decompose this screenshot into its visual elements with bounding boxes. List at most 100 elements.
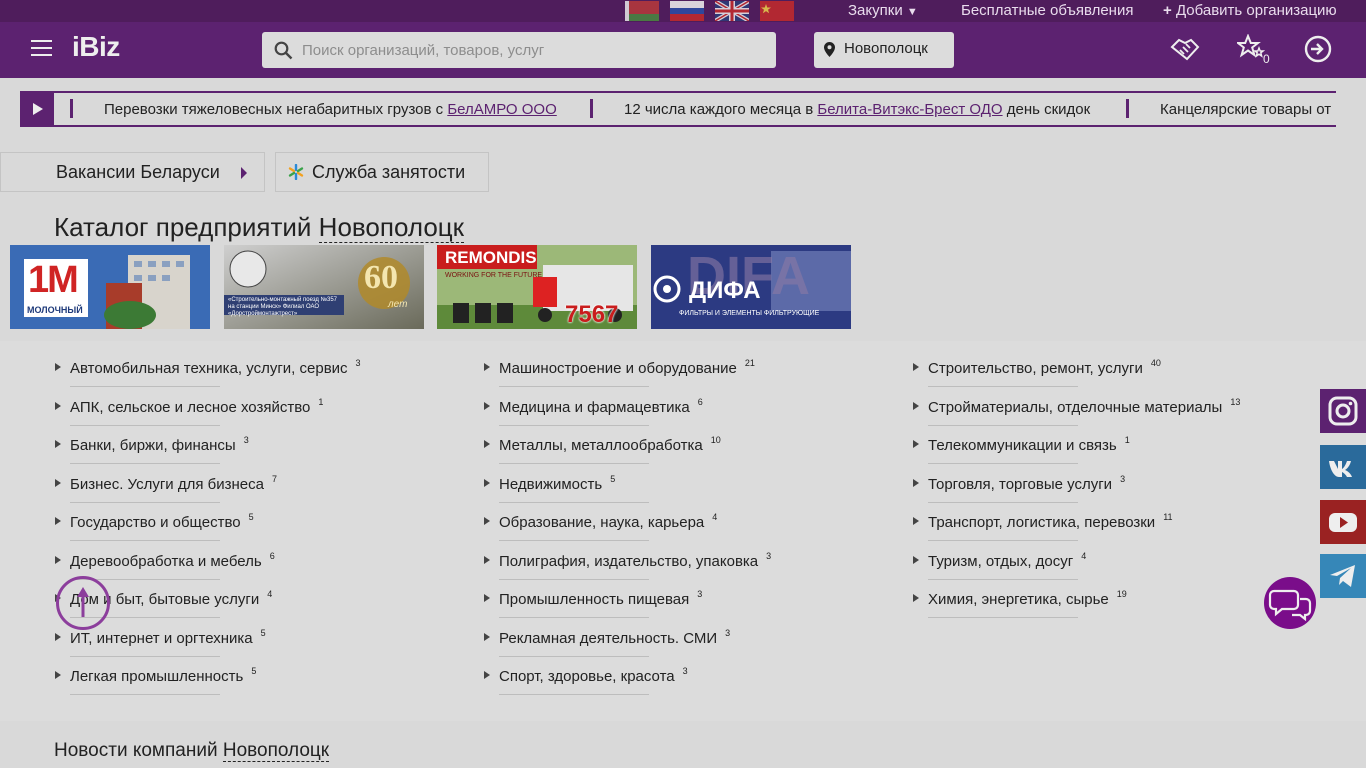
category-item[interactable]: Машиностроение и оборудование 21 [484, 358, 755, 377]
category-divider [928, 463, 1078, 464]
employment-service-button[interactable]: Служба занятости [275, 152, 489, 192]
category-item[interactable]: Деревообработка и мебель 6 [55, 550, 275, 570]
category-divider [70, 386, 220, 387]
telegram-button[interactable] [1320, 554, 1366, 598]
category-label: Химия, энергетика, сырье [928, 591, 1109, 608]
ticker-item: Перевозки тяжеловесных негабаритных груз… [104, 101, 557, 118]
login-icon[interactable] [1304, 35, 1332, 63]
category-count: 3 [725, 627, 731, 638]
chevron-down-icon: ▼ [906, 6, 918, 18]
category-item[interactable]: Строительство, ремонт, услуги 40 [913, 358, 1161, 377]
category-item[interactable]: Транспорт, логистика, перевозки 11 [913, 512, 1173, 531]
banner-remondis-number: 7567 [565, 301, 619, 328]
ticker-link[interactable]: Белита-Витэкс-Брест ОДО [817, 101, 1002, 118]
asterisk-logo-icon [288, 164, 304, 180]
catalog-city-link[interactable]: Новополоцк [318, 212, 465, 243]
ticker-separator [590, 99, 593, 118]
chat-button[interactable] [1264, 577, 1316, 629]
category-item[interactable]: Туризм, отдых, досуг 4 [912, 551, 1086, 570]
vk-button[interactable] [1320, 445, 1366, 489]
category-item[interactable]: Государство и общество 5 [55, 512, 254, 531]
banner-remondis[interactable]: REMONDIS WORKING FOR THE FUTURE 7567 [437, 245, 637, 329]
flag-russia-icon[interactable] [670, 1, 704, 21]
employment-service-label: Служба занятости [312, 162, 466, 182]
category-label: Деревообработка и мебель [70, 552, 262, 570]
vacancies-button[interactable]: Вакансии Беларуси [0, 152, 265, 192]
youtube-button[interactable] [1320, 500, 1366, 544]
category-label: Машиностроение и оборудование [499, 360, 737, 377]
handshake-icon[interactable] [1170, 35, 1202, 65]
category-item[interactable]: Торговля, торговые услуги 3 [912, 473, 1126, 493]
city-selector[interactable]: Новополоцк [814, 32, 954, 68]
category-count: 6 [697, 396, 703, 407]
chevron-right-icon [241, 167, 247, 179]
favorites-count: 0 [1263, 52, 1270, 66]
category-divider [70, 655, 220, 657]
category-item[interactable]: Бизнес. Услуги для бизнеса 7 [55, 473, 277, 493]
purchases-menu[interactable]: Закупки ▼ [848, 2, 918, 19]
category-divider [928, 501, 1078, 503]
menu-icon[interactable] [31, 40, 52, 56]
category-count: 6 [269, 550, 275, 561]
category-item[interactable]: Спорт, здоровье, красота 3 [484, 666, 688, 685]
category-item[interactable]: Недвижимость 5 [483, 473, 616, 493]
category-divider [928, 540, 1078, 541]
category-count: 1 [1124, 435, 1130, 445]
banner-molochny-caption: МОЛОЧНЫЙ [27, 305, 83, 315]
banner-smp357[interactable]: 60 лет «Строительно-монтажный поезд №357… [224, 245, 424, 329]
site-logo[interactable]: iBiz [72, 31, 120, 63]
category-item[interactable]: Стройматериалы, отделочные материалы 13 [912, 397, 1240, 416]
category-divider [70, 501, 220, 503]
category-count: 21 [744, 358, 755, 368]
flag-uk-icon[interactable] [715, 1, 749, 21]
category-count: 3 [1120, 473, 1126, 484]
category-label: Банки, биржи, финансы [70, 437, 236, 454]
category-count: 5 [251, 666, 257, 676]
category-count: 7 [271, 473, 277, 484]
category-item[interactable]: Полиграфия, издательство, упаковка 3 [483, 551, 771, 570]
news-title: Новости компаний Новополоцк [54, 740, 330, 762]
category-item[interactable]: Легкая промышленность 5 [54, 666, 257, 685]
search-box[interactable] [262, 32, 776, 68]
favorites-button[interactable]: 0 [1235, 33, 1277, 68]
category-label: Торговля, торговые услуги [928, 475, 1113, 493]
banner-remondis-logo: REMONDIS [445, 248, 537, 267]
category-item[interactable]: Рекламная деятельность. СМИ 3 [483, 627, 731, 647]
instagram-button[interactable] [1320, 389, 1366, 433]
category-divider [499, 694, 649, 695]
category-item[interactable]: АПК, сельское и лесное хозяйство 1 [54, 397, 323, 416]
category-count: 5 [248, 512, 254, 522]
add-organization-link[interactable]: + Добавить организацию [1163, 2, 1337, 19]
plus-icon: + [1163, 2, 1172, 19]
ticker-text: день скидок [1002, 101, 1091, 118]
category-item[interactable]: Химия, энергетика, сырье 19 [913, 589, 1127, 608]
flag-belarus-icon[interactable] [625, 1, 659, 21]
ticker-link[interactable]: БелАМРО ООО [447, 101, 556, 118]
category-item[interactable]: Автомобильная техника, услуги, сервис 3 [55, 358, 361, 377]
banner-difa-caption: ФИЛЬТРЫ И ЭЛЕМЕНТЫ ФИЛЬТРУЮЩИЕ [679, 310, 820, 317]
category-item[interactable]: Телекоммуникации и связь 1 [913, 435, 1130, 454]
category-item[interactable]: Промышленность пищевая 3 [483, 589, 702, 608]
news-city-link[interactable]: Новополоцк [222, 740, 330, 762]
free-ads-link[interactable]: Бесплатные объявления [961, 2, 1133, 19]
category-label: Легкая промышленность [70, 668, 244, 685]
ticker-separator [1126, 99, 1129, 118]
category-item[interactable]: Банки, биржи, финансы 3 [55, 435, 249, 454]
play-icon[interactable] [20, 93, 54, 125]
search-input[interactable] [302, 32, 762, 68]
banner-difa[interactable]: DIFA ДИФА ФИЛЬТРЫ И ЭЛЕМЕНТЫ ФИЛЬТРУЮЩИЕ [651, 245, 851, 329]
category-divider [499, 424, 649, 426]
banner-smp357-years: лет [388, 299, 408, 310]
ticker-separator [70, 99, 73, 118]
banner-molochny[interactable]: 1M МОЛОЧНЫЙ [10, 245, 210, 329]
category-divider [928, 617, 1078, 618]
category-item[interactable]: Металлы, металлообработка 10 [484, 435, 721, 454]
scroll-up-button[interactable] [56, 576, 110, 630]
flag-china-icon[interactable] [760, 1, 794, 21]
category-item[interactable]: ИТ, интернет и оргтехника 5 [55, 628, 266, 647]
category-item[interactable]: Образование, наука, карьера 4 [483, 512, 717, 531]
category-count: 5 [610, 473, 616, 484]
category-count: 4 [267, 589, 273, 599]
category-item[interactable]: Медицина и фармацевтика 6 [484, 396, 703, 416]
add-organization-label: Добавить организацию [1175, 2, 1337, 19]
